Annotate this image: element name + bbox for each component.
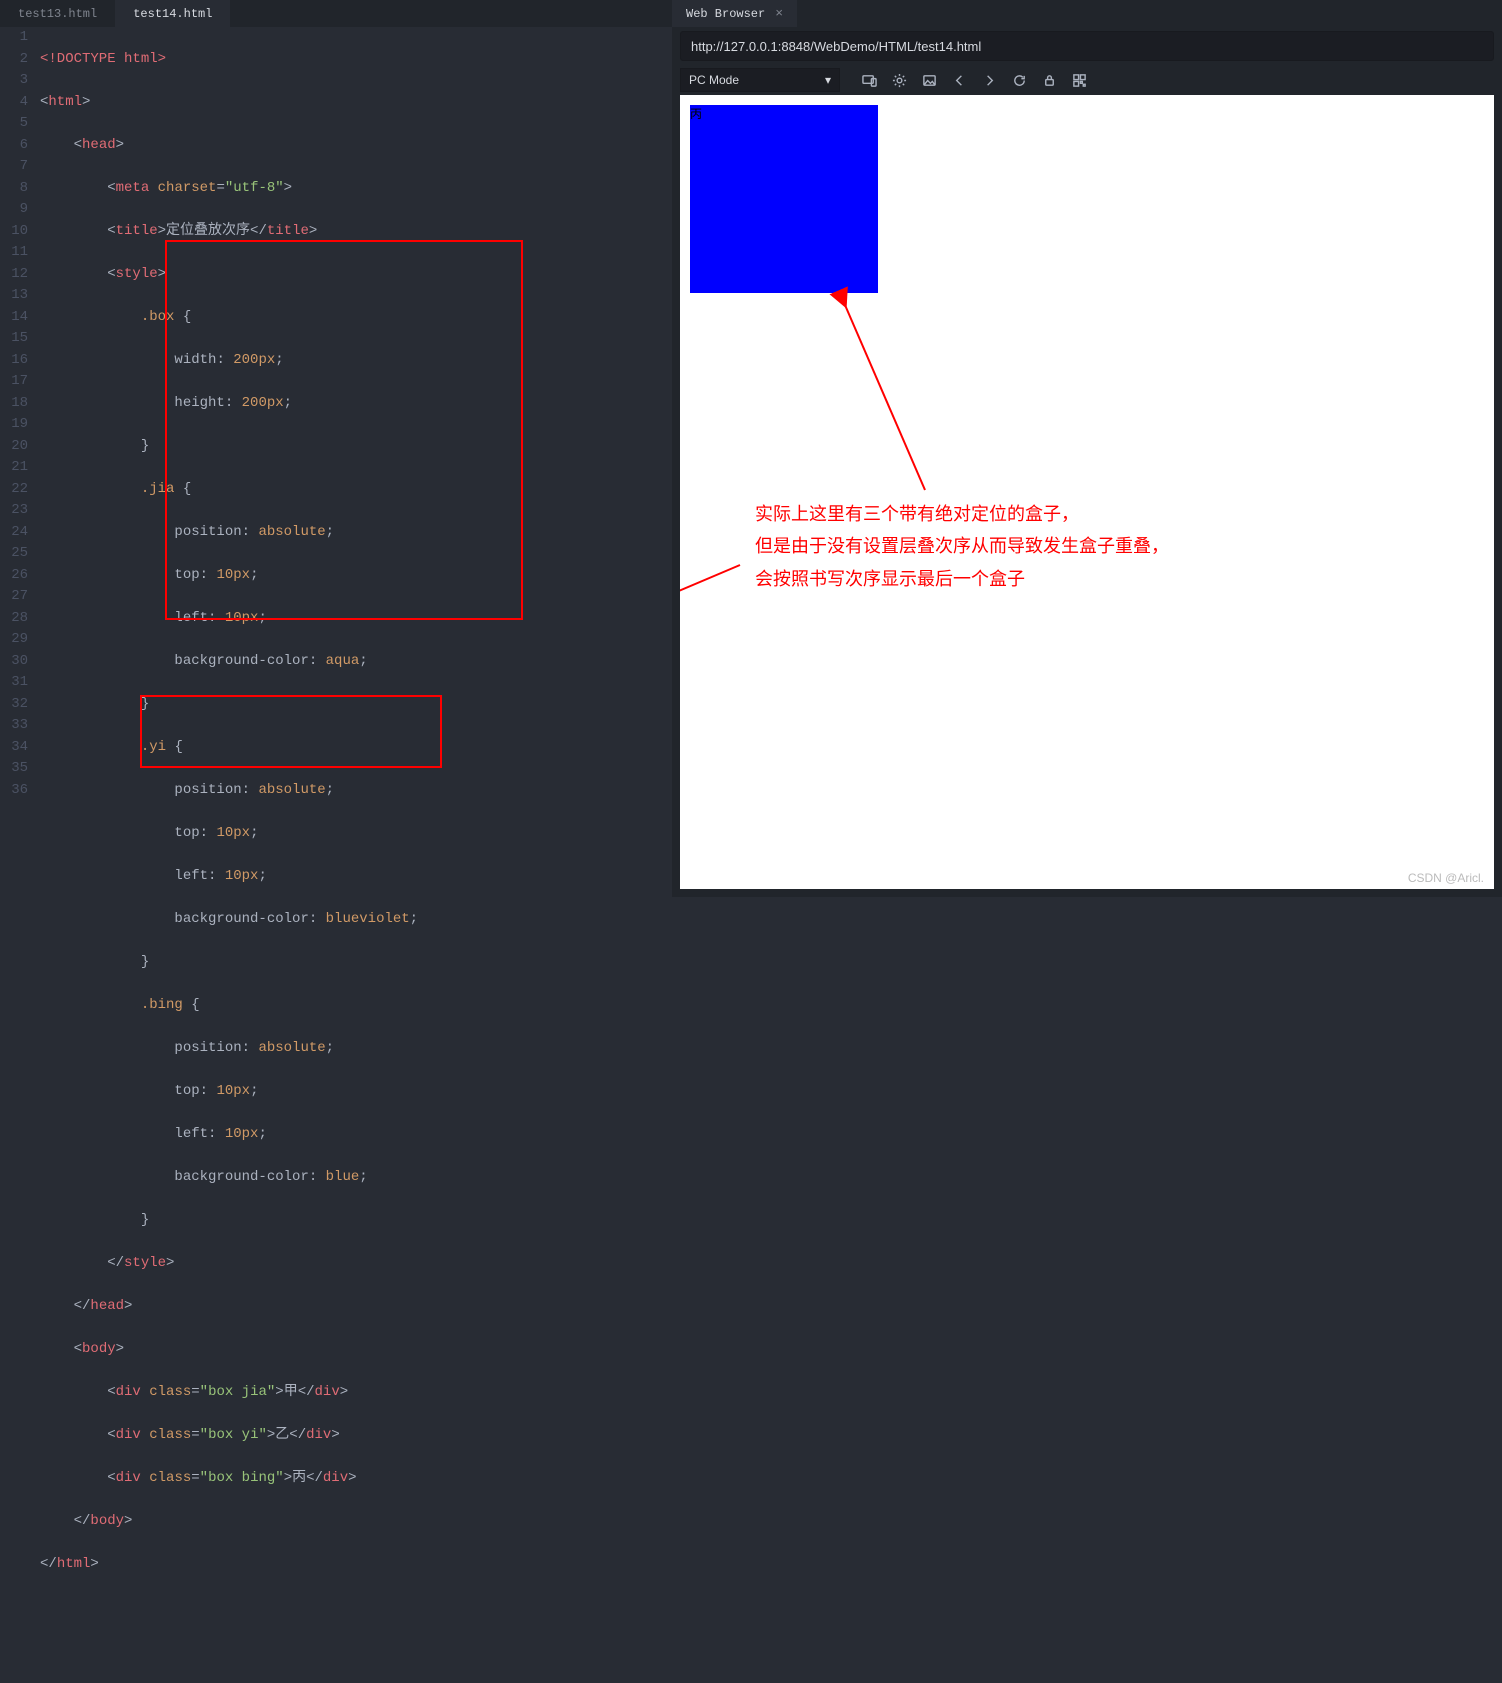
editor-tabs: test13.html test14.html xyxy=(0,0,672,27)
annotation-text: 实际上这里有三个带有绝对定位的盒子， 但是由于没有设置层叠次序从而导致发生盒子重… xyxy=(755,498,1169,595)
annotation-line3: 会按照书写次序显示最后一个盒子 xyxy=(755,563,1169,595)
code-doctype: <!DOCTYPE html> xyxy=(40,51,166,67)
mode-label: PC Mode xyxy=(689,73,739,87)
tab-test13[interactable]: test13.html xyxy=(0,0,115,27)
gear-icon[interactable] xyxy=(886,68,912,92)
annotation-line2: 但是由于没有设置层叠次序从而导致发生盒子重叠， xyxy=(755,530,1169,562)
url-bar[interactable]: http://127.0.0.1:8848/WebDemo/HTML/test1… xyxy=(680,31,1494,61)
code-content[interactable]: <!DOCTYPE html> <html> <head> <meta char… xyxy=(40,27,672,897)
forward-icon[interactable] xyxy=(976,68,1002,92)
browser-toolbar: PC Mode ▾ xyxy=(672,65,1502,95)
chevron-down-icon: ▾ xyxy=(825,73,831,87)
browser-tab[interactable]: Web Browser × xyxy=(672,0,797,27)
watermark: CSDN @Aricl. xyxy=(1408,871,1484,885)
browser-viewport: 丙 实际上这里有三个带有绝对定位的盒子， 但是由于没有设置层叠次序从而导致发生盒… xyxy=(680,95,1494,889)
code-area[interactable]: 1234567891011121314151617181920212223242… xyxy=(0,27,672,897)
back-icon[interactable] xyxy=(946,68,972,92)
refresh-icon[interactable] xyxy=(1006,68,1032,92)
code-editor-pane: test13.html test14.html 1234567891011121… xyxy=(0,0,672,897)
devices-icon[interactable] xyxy=(856,68,882,92)
tab-test14[interactable]: test14.html xyxy=(115,0,230,27)
browser-tab-label: Web Browser xyxy=(686,7,765,21)
rendered-box-bing: 丙 xyxy=(690,105,878,293)
line-gutter: 1234567891011121314151617181920212223242… xyxy=(0,27,40,897)
qr-icon[interactable] xyxy=(1066,68,1092,92)
lock-icon[interactable] xyxy=(1036,68,1062,92)
annotation-line1: 实际上这里有三个带有绝对定位的盒子， xyxy=(755,498,1169,530)
screenshot-icon[interactable] xyxy=(916,68,942,92)
browser-tabs: Web Browser × xyxy=(672,0,1502,27)
highlight-box-css xyxy=(165,240,523,620)
browser-pane: Web Browser × http://127.0.0.1:8848/WebD… xyxy=(672,0,1502,897)
close-icon[interactable]: × xyxy=(775,6,783,21)
mode-select[interactable]: PC Mode ▾ xyxy=(680,68,840,92)
